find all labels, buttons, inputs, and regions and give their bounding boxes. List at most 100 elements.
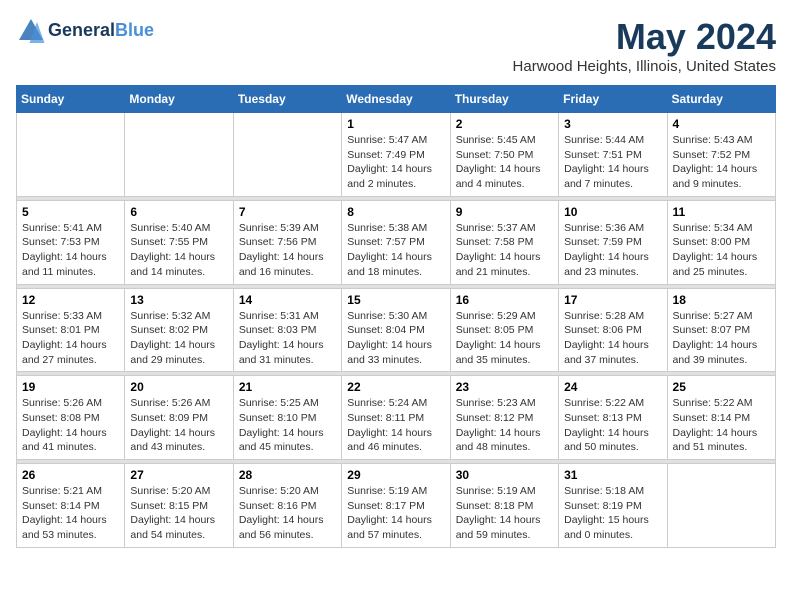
day-detail: Sunrise: 5:43 AMSunset: 7:52 PMDaylight:…: [673, 133, 770, 192]
calendar-cell: 31 Sunrise: 5:18 AMSunset: 8:19 PMDayligh…: [559, 464, 667, 548]
day-detail: Sunrise: 5:26 AMSunset: 8:09 PMDaylight:…: [130, 396, 227, 455]
calendar-cell: 26Sunrise: 5:21 AMSunset: 8:14 PMDayligh…: [17, 464, 125, 548]
day-number: 8: [347, 205, 444, 219]
day-detail: Sunrise: 5:34 AMSunset: 8:00 PMDaylight:…: [673, 221, 770, 280]
calendar-cell: 3Sunrise: 5:44 AMSunset: 7:51 PMDaylight…: [559, 113, 667, 197]
day-number: 15: [347, 293, 444, 307]
calendar-cell: 28 Sunrise: 5:20 AMSunset: 8:16 PMDayligh…: [233, 464, 341, 548]
calendar-cell: 12 Sunrise: 5:33 AMSunset: 8:01 PMDayligh…: [17, 288, 125, 372]
day-number: 19: [22, 380, 119, 394]
weekday-header: Tuesday: [233, 86, 341, 113]
day-number: 31: [564, 468, 661, 482]
calendar-cell: [667, 464, 775, 548]
calendar-cell: 16 Sunrise: 5:29 AMSunset: 8:05 PMDayligh…: [450, 288, 558, 372]
calendar-cell: [125, 113, 233, 197]
day-detail: Sunrise: 5:38 AMSunset: 7:57 PMDaylight:…: [347, 221, 444, 280]
calendar-cell: [17, 113, 125, 197]
calendar-cell: 5 Sunrise: 5:41 AMSunset: 7:53 PMDaylight…: [17, 200, 125, 284]
weekday-header: Thursday: [450, 86, 558, 113]
calendar: SundayMondayTuesdayWednesdayThursdayFrid…: [16, 85, 776, 548]
calendar-cell: 29Sunrise: 5:19 AMSunset: 8:17 PMDayligh…: [342, 464, 450, 548]
calendar-cell: 20 Sunrise: 5:26 AMSunset: 8:09 PMDayligh…: [125, 376, 233, 460]
calendar-cell: 13 Sunrise: 5:32 AMSunset: 8:02 PMDayligh…: [125, 288, 233, 372]
day-number: 9: [456, 205, 553, 219]
weekday-header: Wednesday: [342, 86, 450, 113]
week-row: 12 Sunrise: 5:33 AMSunset: 8:01 PMDayligh…: [17, 288, 776, 372]
logo-icon: [16, 16, 46, 46]
calendar-cell: 22Sunrise: 5:24 AMSunset: 8:11 PMDayligh…: [342, 376, 450, 460]
weekday-header: Sunday: [17, 86, 125, 113]
calendar-cell: [233, 113, 341, 197]
day-detail: Sunrise: 5:20 AMSunset: 8:16 PMDaylight:…: [239, 484, 336, 543]
location-title: Harwood Heights, Illinois, United States: [513, 58, 776, 75]
calendar-cell: 17 Sunrise: 5:28 AMSunset: 8:06 PMDayligh…: [559, 288, 667, 372]
day-number: 26: [22, 468, 119, 482]
day-number: 28: [239, 468, 336, 482]
weekday-header: Friday: [559, 86, 667, 113]
logo: GeneralBlue: [16, 16, 154, 46]
day-number: 5: [22, 205, 119, 219]
calendar-cell: 21Sunrise: 5:25 AMSunset: 8:10 PMDayligh…: [233, 376, 341, 460]
day-detail: Sunrise: 5:22 AMSunset: 8:14 PMDaylight:…: [673, 396, 770, 455]
day-number: 25: [673, 380, 770, 394]
day-detail: Sunrise: 5:18 AMSunset: 8:19 PMDaylight:…: [564, 484, 661, 543]
calendar-cell: 18 Sunrise: 5:27 AMSunset: 8:07 PMDayligh…: [667, 288, 775, 372]
day-number: 12: [22, 293, 119, 307]
calendar-header-row: SundayMondayTuesdayWednesdayThursdayFrid…: [17, 86, 776, 113]
day-number: 14: [239, 293, 336, 307]
day-number: 7: [239, 205, 336, 219]
title-area: May 2024 Harwood Heights, Illinois, Unit…: [513, 16, 776, 75]
day-number: 17: [564, 293, 661, 307]
day-number: 3: [564, 117, 661, 131]
calendar-cell: 8 Sunrise: 5:38 AMSunset: 7:57 PMDaylight…: [342, 200, 450, 284]
day-number: 20: [130, 380, 227, 394]
day-detail: Sunrise: 5:22 AMSunset: 8:13 PMDaylight:…: [564, 396, 661, 455]
month-title: May 2024: [513, 16, 776, 58]
day-detail: Sunrise: 5:23 AMSunset: 8:12 PMDaylight:…: [456, 396, 553, 455]
day-detail: Sunrise: 5:27 AMSunset: 8:07 PMDaylight:…: [673, 309, 770, 368]
day-detail: Sunrise: 5:47 AMSunset: 7:49 PMDaylight:…: [347, 133, 444, 192]
day-detail: Sunrise: 5:41 AMSunset: 7:53 PMDaylight:…: [22, 221, 119, 280]
calendar-cell: 6 Sunrise: 5:40 AMSunset: 7:55 PMDaylight…: [125, 200, 233, 284]
calendar-cell: 9 Sunrise: 5:37 AMSunset: 7:58 PMDaylight…: [450, 200, 558, 284]
day-number: 4: [673, 117, 770, 131]
day-number: 27: [130, 468, 227, 482]
day-number: 6: [130, 205, 227, 219]
day-detail: Sunrise: 5:25 AMSunset: 8:10 PMDaylight:…: [239, 396, 336, 455]
day-detail: Sunrise: 5:36 AMSunset: 7:59 PMDaylight:…: [564, 221, 661, 280]
day-detail: Sunrise: 5:33 AMSunset: 8:01 PMDaylight:…: [22, 309, 119, 368]
day-detail: Sunrise: 5:29 AMSunset: 8:05 PMDaylight:…: [456, 309, 553, 368]
calendar-cell: 27 Sunrise: 5:20 AMSunset: 8:15 PMDayligh…: [125, 464, 233, 548]
day-number: 23: [456, 380, 553, 394]
day-detail: Sunrise: 5:45 AMSunset: 7:50 PMDaylight:…: [456, 133, 553, 192]
day-detail: Sunrise: 5:39 AMSunset: 7:56 PMDaylight:…: [239, 221, 336, 280]
week-row: 5 Sunrise: 5:41 AMSunset: 7:53 PMDaylight…: [17, 200, 776, 284]
day-number: 22: [347, 380, 444, 394]
day-number: 11: [673, 205, 770, 219]
day-number: 13: [130, 293, 227, 307]
calendar-cell: 23 Sunrise: 5:23 AMSunset: 8:12 PMDayligh…: [450, 376, 558, 460]
day-detail: Sunrise: 5:32 AMSunset: 8:02 PMDaylight:…: [130, 309, 227, 368]
logo-text: GeneralBlue: [48, 20, 154, 42]
calendar-cell: 24Sunrise: 5:22 AMSunset: 8:13 PMDayligh…: [559, 376, 667, 460]
day-number: 18: [673, 293, 770, 307]
day-number: 30: [456, 468, 553, 482]
calendar-cell: 4 Sunrise: 5:43 AMSunset: 7:52 PMDaylight…: [667, 113, 775, 197]
day-detail: Sunrise: 5:19 AMSunset: 8:18 PMDaylight:…: [456, 484, 553, 543]
day-detail: Sunrise: 5:30 AMSunset: 8:04 PMDaylight:…: [347, 309, 444, 368]
calendar-cell: 30 Sunrise: 5:19 AMSunset: 8:18 PMDayligh…: [450, 464, 558, 548]
calendar-cell: 1 Sunrise: 5:47 AMSunset: 7:49 PMDaylight…: [342, 113, 450, 197]
calendar-cell: 7 Sunrise: 5:39 AMSunset: 7:56 PMDaylight…: [233, 200, 341, 284]
calendar-cell: 19 Sunrise: 5:26 AMSunset: 8:08 PMDayligh…: [17, 376, 125, 460]
day-detail: Sunrise: 5:28 AMSunset: 8:06 PMDaylight:…: [564, 309, 661, 368]
day-number: 1: [347, 117, 444, 131]
day-detail: Sunrise: 5:19 AMSunset: 8:17 PMDaylight:…: [347, 484, 444, 543]
day-number: 16: [456, 293, 553, 307]
day-detail: Sunrise: 5:20 AMSunset: 8:15 PMDaylight:…: [130, 484, 227, 543]
day-number: 10: [564, 205, 661, 219]
weekday-header: Monday: [125, 86, 233, 113]
day-detail: Sunrise: 5:40 AMSunset: 7:55 PMDaylight:…: [130, 221, 227, 280]
calendar-cell: 2Sunrise: 5:45 AMSunset: 7:50 PMDaylight…: [450, 113, 558, 197]
day-detail: Sunrise: 5:37 AMSunset: 7:58 PMDaylight:…: [456, 221, 553, 280]
day-detail: Sunrise: 5:26 AMSunset: 8:08 PMDaylight:…: [22, 396, 119, 455]
